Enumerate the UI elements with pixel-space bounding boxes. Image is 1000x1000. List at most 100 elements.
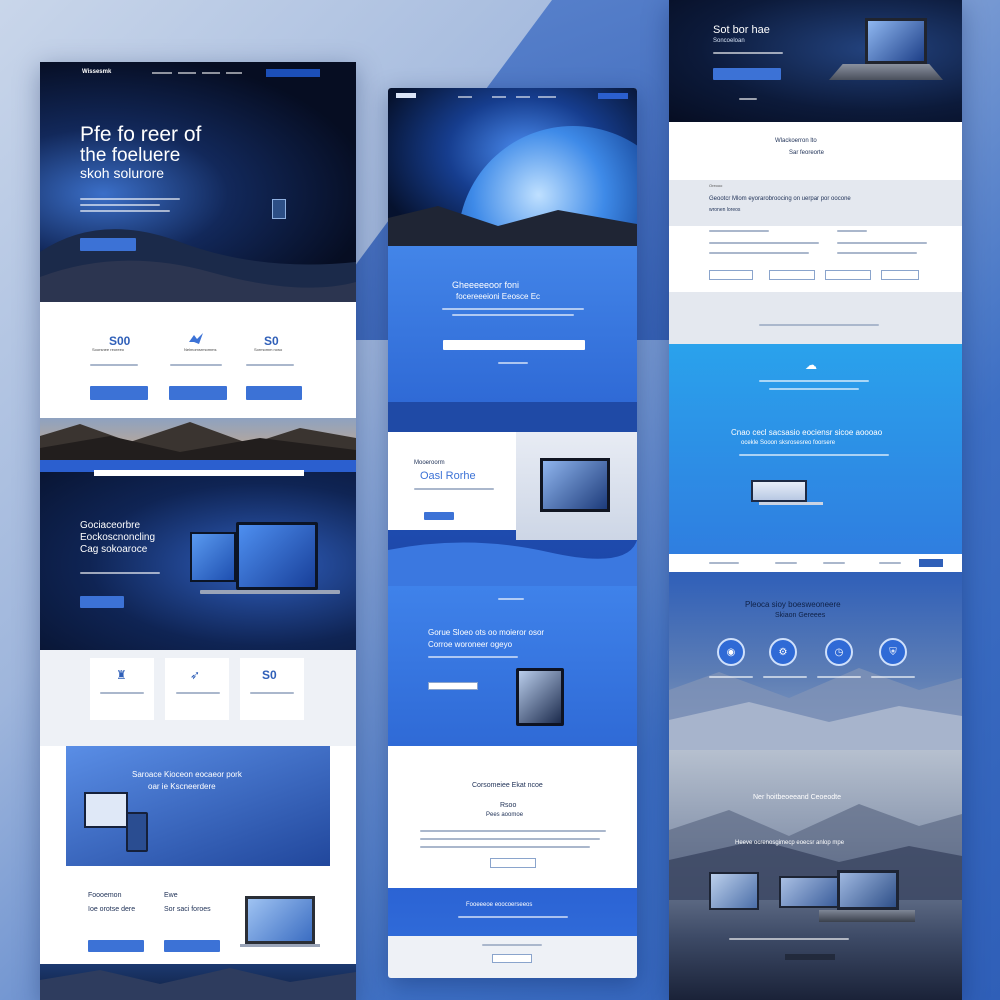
feature-title: Oasl Rorhe [420,470,476,482]
email-input[interactable] [443,340,585,350]
promo-section: Saroace Kioceon eocaeor pork oar ie Kscn… [40,746,356,894]
mockup-column-2: Gheeeeeoor foni focereeeioni Eeosce Ec M… [388,88,637,978]
signup-section: Gheeeeeoor foni focereeeioni Eeosce Ec [388,246,637,402]
nav-link[interactable] [226,72,242,74]
form-button[interactable] [825,270,871,280]
nav-link[interactable] [178,72,196,74]
monitor-illustration [709,872,759,910]
cyan-text-line [739,454,889,456]
nav-button[interactable] [919,559,943,567]
footer-text-line [482,944,542,946]
nav-link[interactable] [152,72,172,74]
hero-cta-button[interactable] [713,68,781,80]
form-text-line [837,252,917,254]
nav-link[interactable] [879,562,901,564]
nav-link[interactable] [516,96,530,98]
mountain-illustration [669,668,962,750]
promo-text-line [428,656,518,658]
stat-button[interactable] [169,386,227,400]
tablet-illustration [84,792,128,828]
info-subtitle: Rsoo [500,802,517,809]
search-input[interactable] [266,69,320,77]
search-input[interactable] [598,93,628,99]
band-cta-button[interactable] [80,596,124,608]
hero-cta-button[interactable] [80,238,136,251]
cyan-text-line [759,380,869,382]
icon-label [817,676,861,678]
logo[interactable] [396,93,416,98]
footer-band-title: Fooeeeoe eoocoerseeos [466,902,533,908]
form-button[interactable] [709,270,753,280]
feature-cta-button[interactable] [424,512,454,520]
hero-subtitle: Soncoeloan [713,38,745,44]
gray-section [669,292,962,344]
mountain-title: Pleoca sioy boesweoneere [745,600,841,609]
clock-icon: ◷ [825,638,853,666]
signup-title: focereeeioni Eeosce Ec [456,292,541,301]
nav-link[interactable] [709,562,739,564]
feature-desc [176,692,220,694]
laptop-base [759,502,823,505]
nav-link[interactable] [492,96,506,98]
stat-button[interactable] [246,386,302,400]
cyan-title: ocekle Sooon sksrosesreo foorsere [741,440,836,446]
mountain-illustration [40,422,356,460]
monitor-screen [540,458,610,512]
stat-value: S0 [264,334,279,348]
feature-value: S0 [262,668,277,682]
hero-section: Wissesmk Pfe fo reer of the foeluere sko… [40,62,356,302]
info-text-line [420,838,600,840]
info-title: Corsomeiee Ekat ncoe [472,782,543,789]
stat-desc [170,364,222,366]
footer-button[interactable] [88,940,144,952]
nav-strip [669,554,962,572]
nav-link[interactable] [458,96,472,98]
form-button[interactable] [769,270,815,280]
nav-link[interactable] [538,96,556,98]
hero-text-line [80,198,180,200]
promo-title: Gorue Sloeo ots oo moieror osor [428,628,545,637]
nav-bar [388,402,637,436]
search-input[interactable] [94,470,304,476]
hero-section: Sot bor hae Soncoeloan [669,0,962,122]
footer-button[interactable] [164,940,220,952]
cyan-title: Cnao cecl sacsasio eociensr sicoe aoooao [731,428,883,437]
form-label [709,230,769,232]
laptop-illustration [865,18,927,64]
intro-section: Wlackoerron lto Sar feoreorte [669,122,962,180]
gray-section: Oreooo Geootcr Mlom eyorarobroocing on u… [669,180,962,226]
monitor-illustration [190,532,236,582]
form-button[interactable] [881,270,919,280]
chat-icon: ☁ [805,358,817,372]
info-button[interactable] [490,858,536,868]
gray-title: Geootcr Mlom eyorarobroocing on uerpar p… [709,196,851,202]
footer-section: Foooemon Ewe Ioe orotse dere Sor saci fo… [40,874,356,964]
feature-title: Mooeroorm [414,460,445,466]
footer-button[interactable] [492,954,532,963]
promo-title: Corroe woroneer ogeyo [428,640,513,649]
form-text-line [709,252,809,254]
footer-text-line [458,916,568,918]
stat-label: Soorsnee reoreeo [92,347,125,352]
logo[interactable]: Wissesmk [82,69,111,75]
promo-button[interactable] [428,682,478,690]
nav-link[interactable] [202,72,220,74]
mountain-section: Pleoca sioy boesweoneere Skiaon Gereees … [669,572,962,750]
signup-text-line [498,362,528,364]
dusk-title: Ner hoitbeoeeand Ceoeodte [753,794,841,801]
signup-text-line [452,314,574,316]
band-title: Cag sokoaroce [80,544,148,555]
hero-text-line [80,204,160,206]
globe-icon: ◉ [717,638,745,666]
stat-label: Sormomm rowo [254,347,283,352]
icon-label [709,676,753,678]
nav-link[interactable] [823,562,845,564]
info-subtitle: Pees aoomoe [486,812,524,818]
gray-title: wronen loreos [709,207,741,213]
footer-mountain [40,964,356,1000]
feature-desc [250,692,294,694]
stat-button[interactable] [90,386,148,400]
footer-sub: Ioe orotse dere [88,906,136,913]
nav-link[interactable] [775,562,797,564]
bird-icon [188,332,204,346]
